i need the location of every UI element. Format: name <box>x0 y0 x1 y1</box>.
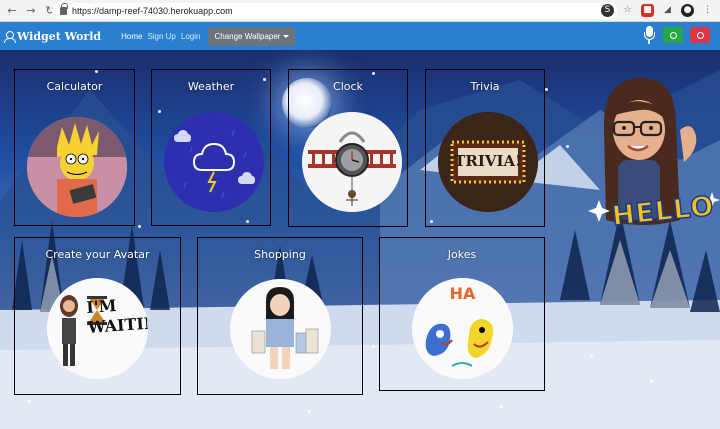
widget-title: Create your Avatar <box>45 248 150 261</box>
bookmark-star-icon[interactable]: ☆ <box>621 4 634 17</box>
nav-link-home[interactable]: Home <box>121 32 142 41</box>
stop-recording-button[interactable] <box>690 27 710 43</box>
widget-jokes[interactable]: Jokes HA <box>379 237 545 391</box>
waiting-text: I'M WAITING <box>85 295 148 337</box>
widget-title: Calculator <box>46 80 103 93</box>
nav-link-sign-up[interactable]: Sign Up <box>147 32 175 41</box>
calculator-image <box>27 117 127 217</box>
address-bar[interactable]: https://damp-reef-74030.herokuapp.com <box>52 3 617 19</box>
widget-weather[interactable]: Weather <box>151 69 271 226</box>
lock-icon <box>60 3 68 15</box>
user-icon <box>4 30 16 43</box>
widget-clock[interactable]: Clock <box>288 69 408 227</box>
snowflake <box>650 380 653 383</box>
url-text: https://damp-reef-74030.herokuapp.com <box>72 6 233 16</box>
brand[interactable]: Widget World <box>4 30 101 43</box>
widget-title: Clock <box>333 80 363 93</box>
change-wallpaper-button[interactable]: Change Wallpaper <box>208 26 296 46</box>
snowflake <box>308 410 311 413</box>
back-icon[interactable]: ← <box>5 4 19 18</box>
clock-image <box>302 112 402 212</box>
trivia-image: TRIVIA! <box>438 112 538 212</box>
jokes-ha-text: HA <box>449 284 476 303</box>
start-recording-button[interactable] <box>663 27 683 43</box>
snowflake <box>500 405 503 408</box>
widget-title: Weather <box>187 80 235 93</box>
jokes-image: HA <box>412 278 513 379</box>
browser-menu-icon[interactable]: ⋮ <box>701 4 714 17</box>
snowflake <box>590 355 593 358</box>
trivia-sign-text: TRIVIA! <box>454 152 522 170</box>
chevron-down-icon <box>283 34 290 38</box>
widget-create-avatar[interactable]: Create your Avatar I'M WAITING <box>14 237 181 395</box>
microphone-icon[interactable] <box>642 25 656 45</box>
widget-trivia[interactable]: Trivia TRIVIA! <box>425 69 545 227</box>
widget-shopping[interactable]: Shopping <box>197 237 363 395</box>
snowflake <box>28 400 31 403</box>
snowflake <box>372 345 375 348</box>
profile-icon[interactable]: ● <box>681 4 694 17</box>
extension-icon-3[interactable]: S <box>601 4 614 17</box>
record-icon <box>669 31 677 39</box>
extension-icon-2[interactable]: ◢ <box>661 4 674 17</box>
snowflake <box>545 88 548 91</box>
widget-title: Jokes <box>447 248 477 261</box>
browser-toolbar: ← → ↻ https://damp-reef-74030.herokuapp.… <box>0 0 720 22</box>
shopping-image <box>230 279 331 379</box>
navbar: Widget World Home Sign Up Login Change W… <box>0 22 720 50</box>
widget-title: Shopping <box>254 248 306 261</box>
change-wallpaper-label: Change Wallpaper <box>214 31 281 41</box>
widget-title: Trivia <box>470 80 500 93</box>
widget-calculator[interactable]: Calculator <box>14 69 135 226</box>
snowflake <box>566 145 569 148</box>
snowflake <box>138 225 141 228</box>
brand-name: Widget World <box>17 29 102 43</box>
extension-icon[interactable]: ■ <box>641 4 654 17</box>
nav-links: Home Sign Up Login <box>121 32 200 41</box>
forward-icon[interactable]: → <box>24 4 38 18</box>
nav-link-login[interactable]: Login <box>181 32 201 41</box>
record-icon <box>696 31 704 39</box>
weather-image <box>164 112 264 212</box>
avatar-waiting-image: I'M WAITING <box>47 278 148 379</box>
